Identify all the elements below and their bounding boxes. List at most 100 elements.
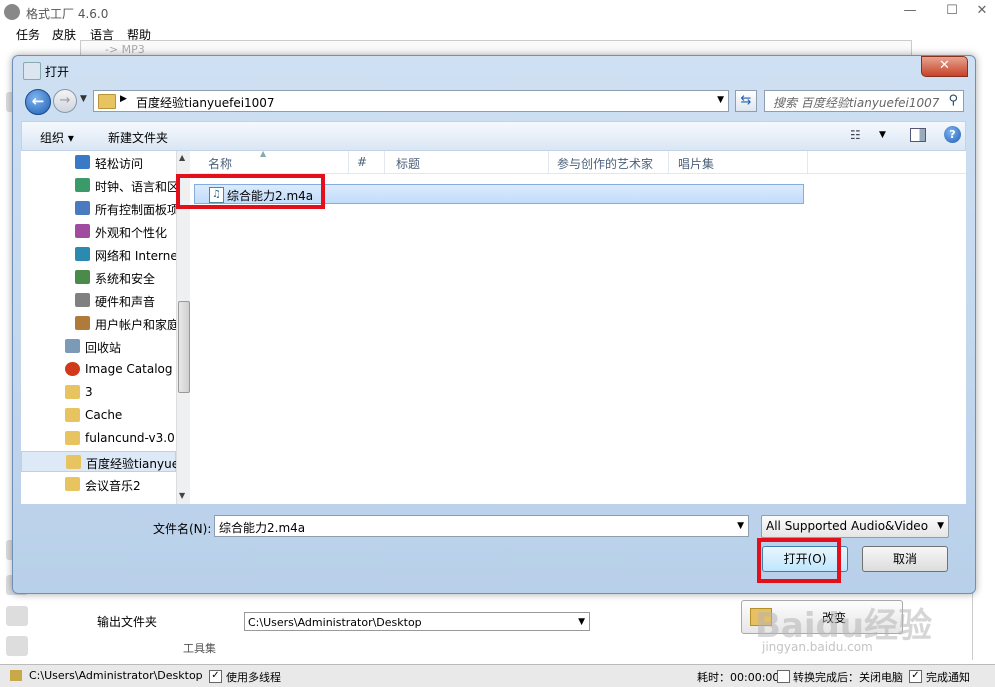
forward-arrow-icon[interactable]: → xyxy=(53,89,77,113)
dialog-close-button[interactable]: ✕ xyxy=(921,56,968,77)
format-factory-icon xyxy=(4,4,20,20)
breadcrumb-current[interactable]: 百度经验tianyuefei1007 xyxy=(136,94,275,111)
nav-item-label: fulancund-v3.0 xyxy=(85,431,175,445)
new-folder-button[interactable]: 新建文件夹 xyxy=(108,129,168,146)
hardware-sound-icon xyxy=(75,293,90,307)
filename-dropdown-icon[interactable]: ▼ xyxy=(737,521,744,531)
column-album[interactable]: 唱片集 xyxy=(678,155,714,172)
nav-item-label: 3 xyxy=(85,385,93,399)
baidu-watermark-url: jingyan.baidu.com xyxy=(762,640,873,654)
globe-clock-icon xyxy=(75,178,90,192)
column-divider[interactable] xyxy=(548,151,549,173)
after-done-checkbox[interactable] xyxy=(777,670,790,683)
dialog-title: 打开 xyxy=(45,65,70,79)
output-folder-value: C:\Users\Administrator\Desktop xyxy=(248,616,422,629)
cancel-button[interactable]: 取消 xyxy=(862,546,948,572)
refresh-icon[interactable]: ⇆ xyxy=(735,90,757,112)
column-artist[interactable]: 参与创作的艺术家 xyxy=(557,155,653,172)
nav-item[interactable]: 轻松访问 xyxy=(21,152,176,173)
nav-item[interactable]: 网络和 Interne xyxy=(21,244,176,265)
file-type-filter[interactable]: All Supported Audio&Video ▼ xyxy=(761,515,949,538)
scroll-thumb[interactable] xyxy=(178,301,190,393)
nav-item-label: 时钟、语言和区 xyxy=(95,180,177,194)
nav-item-label: 轻松访问 xyxy=(95,157,144,171)
nav-item[interactable]: 外观和个性化 xyxy=(21,221,176,242)
after-done-label: 转换完成后：关闭电脑 xyxy=(793,671,903,684)
nav-item[interactable]: 回收站 xyxy=(21,336,176,357)
view-options-icon[interactable]: ☷ xyxy=(850,128,861,142)
menu-task[interactable]: 任务 xyxy=(16,26,40,43)
nav-item[interactable]: 3 xyxy=(21,382,176,403)
address-bar[interactable]: ▶ 百度经验tianyuefei1007 ▼ xyxy=(93,90,729,112)
maximize-icon[interactable]: ☐ xyxy=(942,3,962,19)
folder-icon xyxy=(98,94,116,109)
column-divider[interactable] xyxy=(668,151,669,173)
notify-checkbox[interactable]: ✓ xyxy=(909,670,922,683)
nav-item[interactable]: 系统和安全 xyxy=(21,267,176,288)
toolbox-label: 工具集 xyxy=(183,642,216,655)
control-panel-icon xyxy=(75,201,90,215)
search-input[interactable]: 搜索 百度经验tianyuefei1007 ⚲ xyxy=(764,90,964,112)
image-catalog-icon xyxy=(65,362,80,376)
elapsed-time: 耗时：00:00:00 xyxy=(697,671,780,684)
nav-item[interactable]: 百度经验tianyue xyxy=(21,451,176,472)
help-icon[interactable]: ? xyxy=(944,126,961,143)
folder-icon xyxy=(65,408,80,422)
nav-item-label: 硬件和声音 xyxy=(95,295,156,309)
sort-ascending-icon: ▲ xyxy=(260,149,267,158)
column-title[interactable]: 标题 xyxy=(396,155,420,172)
highlight-file-box xyxy=(176,174,325,209)
close-icon[interactable]: ✕ xyxy=(972,3,992,19)
back-arrow-icon[interactable]: ← xyxy=(25,89,51,115)
notify-label: 完成通知 xyxy=(926,671,970,684)
nav-item[interactable]: 时钟、语言和区 xyxy=(21,175,176,196)
history-dropdown-icon[interactable]: ▼ xyxy=(80,94,87,104)
view-dropdown-icon[interactable]: ▼ xyxy=(879,130,886,140)
output-folder-select[interactable]: C:\Users\Administrator\Desktop ▼ xyxy=(244,612,590,631)
nav-item[interactable]: Cache xyxy=(21,405,176,426)
search-icon[interactable]: ⚲ xyxy=(948,93,958,108)
column-name[interactable]: 名称 xyxy=(208,155,232,172)
nav-item-label: 会议音乐2 xyxy=(85,479,141,493)
recycle-bin-icon xyxy=(65,339,80,353)
folder-icon xyxy=(65,477,80,491)
file-type-value: All Supported Audio&Video xyxy=(766,519,929,533)
minimize-icon[interactable]: — xyxy=(900,3,920,19)
nav-item-label: 回收站 xyxy=(85,341,122,355)
filename-value: 综合能力2.m4a xyxy=(219,521,306,535)
breadcrumb-separator-icon[interactable]: ▶ xyxy=(120,94,127,104)
column-divider[interactable] xyxy=(384,151,385,173)
preview-pane-icon[interactable] xyxy=(910,128,926,142)
scroll-down-icon[interactable]: ▼ xyxy=(179,491,185,500)
scroll-up-icon[interactable]: ▲ xyxy=(179,153,185,162)
menu-skin[interactable]: 皮肤 xyxy=(52,26,76,43)
nav-item-label: 网络和 Interne xyxy=(95,249,177,263)
column-divider[interactable] xyxy=(348,151,349,173)
open-file-dialog: 打开 ✕ ← → ▼ ▶ 百度经验tianyuefei1007 ▼ ⇆ 搜索 百… xyxy=(12,55,976,594)
accessibility-icon xyxy=(75,155,90,169)
dialog-icon xyxy=(23,62,41,80)
nav-item-label: 用户帐户和家庭 xyxy=(95,318,177,332)
organize-button[interactable]: 组织 ▾ xyxy=(40,129,74,146)
nav-item[interactable]: 用户帐户和家庭 xyxy=(21,313,176,334)
column-divider[interactable] xyxy=(807,151,808,173)
nav-item[interactable]: 硬件和声音 xyxy=(21,290,176,311)
nav-item[interactable]: 所有控制面板项 xyxy=(21,198,176,219)
disc-icon[interactable] xyxy=(6,606,28,626)
system-security-icon xyxy=(75,270,90,284)
address-dropdown-icon[interactable]: ▼ xyxy=(717,95,724,105)
nav-item[interactable]: Image Catalog xyxy=(21,359,176,380)
film-reel-icon[interactable] xyxy=(6,636,28,656)
nav-item[interactable]: fulancund-v3.0 xyxy=(21,428,176,449)
network-icon xyxy=(75,247,90,261)
folder-icon xyxy=(65,385,80,399)
filename-input[interactable]: 综合能力2.m4a ▼ xyxy=(214,515,749,537)
nav-item-label: 所有控制面板项 xyxy=(95,203,177,217)
nav-item-label: 外观和个性化 xyxy=(95,226,168,240)
nav-item[interactable]: 会议音乐2 xyxy=(21,474,176,495)
multithread-checkbox[interactable]: ✓ xyxy=(209,670,222,683)
nav-item-label: 百度经验tianyue xyxy=(86,457,177,471)
column-number[interactable]: # xyxy=(357,155,367,169)
nav-item-label: Image Catalog xyxy=(85,362,173,376)
search-placeholder: 搜索 百度经验tianyuefei1007 xyxy=(773,96,940,110)
